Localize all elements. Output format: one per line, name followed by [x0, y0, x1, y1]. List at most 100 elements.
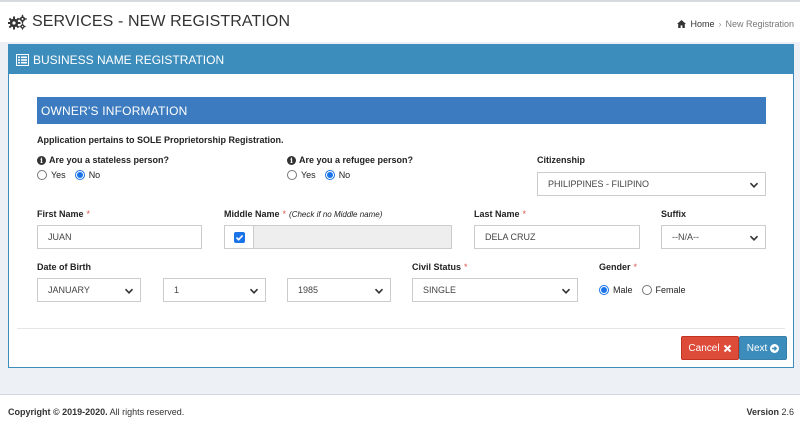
citizenship-value: PHILIPPINES - FILIPINO: [548, 179, 650, 189]
suffix-select[interactable]: --N/A--: [661, 225, 766, 249]
gender-male-label: Male: [613, 285, 633, 295]
refugee-yes-label: Yes: [301, 170, 316, 180]
last-name-label-text: Last Name: [474, 209, 520, 219]
home-icon: [677, 20, 687, 28]
gender-male-radio[interactable]: [599, 285, 609, 295]
version-value: 2.6: [781, 407, 794, 417]
citizenship-label: Citizenship: [537, 155, 585, 165]
refugee-label-text: Are you a refugee person?: [299, 155, 414, 165]
page-header: SERVICES - NEW REGISTRATION Home › New R…: [0, 2, 800, 42]
suffix-label: Suffix: [661, 209, 686, 219]
suffix-value: --N/A--: [672, 232, 699, 242]
breadcrumb-home-link[interactable]: Home: [690, 19, 714, 29]
list-alt-icon: [16, 53, 29, 66]
first-name-value: JUAN: [48, 232, 72, 242]
suffix-label-text: Suffix: [661, 209, 687, 219]
gender-label: Gender *: [599, 262, 637, 272]
citizenship-label-text: Citizenship: [537, 155, 586, 165]
dob-year-value: 1985: [298, 285, 319, 295]
required-mark: *: [522, 209, 527, 219]
refugee-label: i Are you a refugee person?: [287, 155, 413, 165]
panel-heading: BUSINESS NAME REGISTRATION: [9, 45, 793, 74]
gender-male-option[interactable]: Male: [599, 285, 633, 295]
footer-copyright: Copyright © 2019-2020. All rights reserv…: [8, 407, 184, 417]
chevron-down-icon: [374, 288, 384, 294]
refugee-no-label: No: [338, 170, 351, 180]
breadcrumb-current: New Registration: [725, 19, 794, 29]
required-mark: *: [633, 262, 638, 272]
citizenship-select[interactable]: PHILIPPINES - FILIPINO: [537, 172, 766, 196]
chevron-down-icon: [749, 182, 759, 188]
stateless-yes-option[interactable]: Yes: [37, 170, 66, 180]
middle-name-label: Middle Name * (Check if no Middle name): [224, 209, 382, 219]
refugee-yes-radio[interactable]: [287, 170, 297, 180]
owner-section-title-text: OWNER'S INFORMATION: [41, 103, 188, 118]
stateless-yes-label: Yes: [51, 170, 66, 180]
next-button[interactable]: Next: [739, 336, 787, 360]
page-title-text: SERVICES - NEW REGISTRATION: [32, 13, 291, 30]
civil-status-value: SINGLE: [423, 285, 457, 295]
last-name-value: DELA CRUZ: [485, 232, 536, 242]
sole-proprietorship-note: Application pertains to SOLE Proprietors…: [37, 135, 284, 145]
gender-label-text: Gender: [599, 262, 631, 272]
middle-name-input[interactable]: [253, 225, 452, 249]
close-icon: [723, 344, 731, 352]
note-prefix: Application pertains to: [37, 135, 138, 145]
refugee-yes-option[interactable]: Yes: [287, 170, 316, 180]
stateless-label-text: Are you a stateless person?: [49, 155, 170, 165]
dob-month-value: JANUARY: [48, 285, 90, 295]
arrow-circle-right-icon: [770, 343, 780, 353]
civil-status-select[interactable]: SINGLE: [412, 278, 578, 302]
chevron-down-icon: [124, 288, 134, 294]
gender-radio-group: Male Female: [599, 285, 695, 295]
no-middle-name-checkbox[interactable]: [233, 231, 245, 243]
stateless-no-label: No: [88, 170, 101, 180]
note-suffix: Proprietorship Registration.: [161, 135, 284, 145]
dob-day-value: 1: [174, 285, 180, 295]
civil-status-label-text: Civil Status: [412, 262, 462, 272]
dob-month-select[interactable]: JANUARY: [37, 278, 141, 302]
footer-version: Version 2.6: [746, 407, 794, 417]
dob-year-select[interactable]: 1985: [287, 278, 391, 302]
breadcrumb: Home › New Registration: [677, 19, 794, 29]
middle-name-hint: (Check if no Middle name): [289, 209, 383, 219]
panel-divider: [17, 328, 785, 329]
version-label: Version: [746, 407, 779, 417]
first-name-label: First Name *: [37, 209, 90, 219]
info-icon: i: [287, 155, 296, 165]
chevron-down-icon: [561, 288, 571, 294]
last-name-input[interactable]: DELA CRUZ: [474, 225, 640, 249]
refugee-no-radio[interactable]: [324, 170, 335, 180]
required-mark: *: [86, 209, 91, 219]
footer: Copyright © 2019-2020. All rights reserv…: [0, 394, 800, 429]
owner-section-title: OWNER'S INFORMATION: [37, 97, 766, 124]
first-name-label-text: First Name: [37, 209, 84, 219]
required-mark: *: [282, 209, 287, 219]
gender-female-option[interactable]: Female: [641, 285, 686, 295]
dob-day-select[interactable]: 1: [163, 278, 266, 302]
registration-panel: BUSINESS NAME REGISTRATION OWNER'S INFOR…: [8, 44, 794, 368]
copyright-rest: All rights reserved.: [107, 407, 185, 417]
breadcrumb-separator: ›: [718, 19, 722, 29]
chevron-down-icon: [249, 288, 259, 294]
stateless-yes-radio[interactable]: [37, 170, 47, 180]
info-icon: i: [37, 155, 46, 165]
copyright-bold: Copyright © 2019-2020.: [8, 407, 108, 417]
cancel-button[interactable]: Cancel: [681, 336, 739, 360]
chevron-down-icon: [749, 235, 759, 241]
stateless-no-option[interactable]: No: [74, 170, 101, 180]
first-name-input[interactable]: JUAN: [37, 225, 202, 249]
page-title: SERVICES - NEW REGISTRATION: [8, 13, 290, 31]
next-button-label: Next: [746, 342, 768, 354]
civil-status-label: Civil Status *: [412, 262, 468, 272]
last-name-label: Last Name *: [474, 209, 526, 219]
stateless-label: i Are you a stateless person?: [37, 155, 169, 165]
stateless-no-radio[interactable]: [74, 170, 85, 180]
dob-label-text: Date of Birth: [37, 262, 91, 272]
refugee-no-option[interactable]: No: [324, 170, 351, 180]
middle-name-label-text: Middle Name: [224, 209, 280, 219]
cancel-button-label: Cancel: [688, 342, 720, 354]
dob-label: Date of Birth: [37, 262, 91, 272]
refugee-radio-group: Yes No: [287, 170, 359, 180]
gender-female-radio[interactable]: [641, 285, 652, 295]
